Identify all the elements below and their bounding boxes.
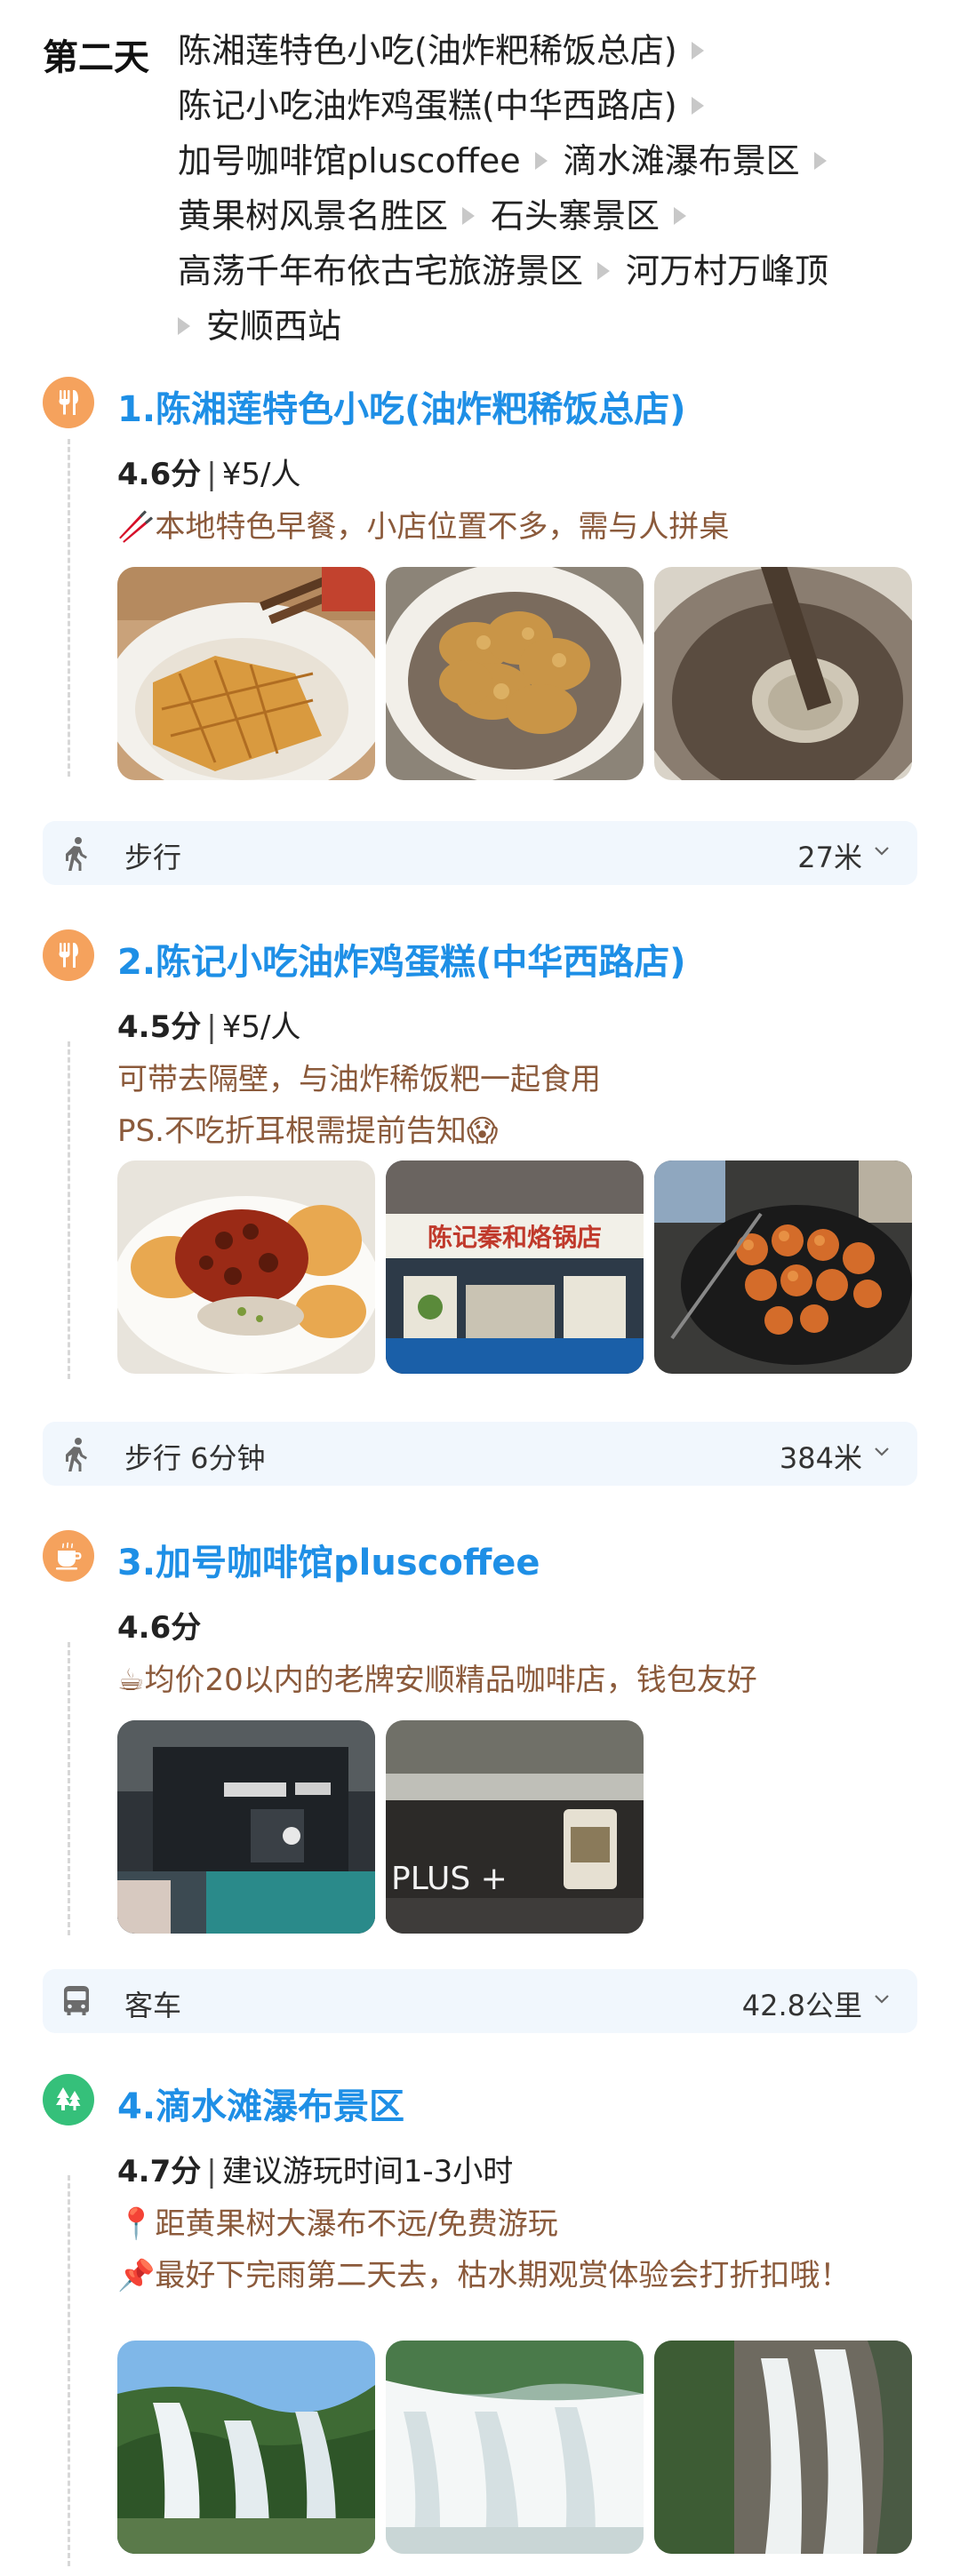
- transport-mode: 客车: [124, 1989, 182, 2022]
- transport-distance: 42.8公里: [741, 1989, 862, 2022]
- poi-card[interactable]: 4.滴水滩瀑布景区 4.7分 | 建议游玩时间1-3小时 📍距黄果树大瀑布不远/免费…: [43, 2074, 932, 2572]
- egg-cake-dish-photo[interactable]: [117, 1160, 375, 1374]
- description-line: 可带去隔壁，与油炸稀饭粑一起食用: [117, 1062, 601, 1097]
- price-per-person: ¥5/人: [221, 457, 301, 492]
- arrow-right-icon: [813, 151, 827, 170]
- chevron-down-icon: [875, 1995, 889, 2004]
- frying-pot-photo[interactable]: [654, 567, 912, 780]
- description-line: 📍距黄果树大瀑布不远/免费游玩: [117, 2206, 558, 2242]
- fork-knife-icon: [43, 929, 94, 981]
- frying-griddle-photo[interactable]: [654, 1160, 912, 1374]
- arrow-right-icon: [674, 206, 687, 225]
- arrow-right-icon: [691, 96, 704, 115]
- route-stop[interactable]: 加号咖啡馆pluscoffee: [178, 141, 521, 180]
- street-night-photo[interactable]: [117, 1720, 375, 1934]
- arrow-right-icon: [462, 206, 476, 225]
- poi-card[interactable]: 2.陈记小吃油炸鸡蛋糕(中华西路店) 4.5分 | ¥5/人 可带去隔壁，与油炸稀饭…: [43, 929, 932, 1427]
- fork-knife-icon: [43, 377, 94, 428]
- route-stop[interactable]: 安顺西站: [206, 307, 341, 346]
- route-stop[interactable]: 滴水滩瀑布景区: [564, 141, 800, 180]
- route-stop[interactable]: 陈记小吃油炸鸡蛋糕(中华西路店): [178, 86, 677, 125]
- rating-score: 4.6分: [117, 1610, 202, 1646]
- suggested-duration: 建议游玩时间1-3小时: [221, 2154, 514, 2189]
- poi-rating-line: 4.6分: [117, 1603, 201, 1647]
- photo-row: [117, 2341, 912, 2554]
- arrow-right-icon: [691, 41, 704, 60]
- shop-front-photo[interactable]: 陈记秦和烙锅店: [386, 1160, 644, 1374]
- arrow-right-icon: [534, 151, 548, 170]
- description-line: 🥢本地特色早餐，小店位置不多，需与人拼桌: [117, 509, 730, 545]
- transport-distance: 384米: [779, 1441, 862, 1475]
- poi-rating-line: 4.5分 | ¥5/人: [117, 1009, 301, 1045]
- trees-icon: [43, 2074, 94, 2125]
- transport-mode: 步行 6分钟: [124, 1441, 266, 1475]
- photo-row: PLUS +: [117, 1720, 644, 1934]
- poi-title[interactable]: 2.陈记小吃油炸鸡蛋糕(中华西路店): [117, 933, 686, 985]
- transport-mode: 步行: [124, 841, 182, 874]
- route-stop[interactable]: 河万村万峰顶: [626, 251, 828, 291]
- description-line: ☕均价20以内的老牌安顺精品咖啡店，钱包友好: [117, 1663, 757, 1698]
- poi-title[interactable]: 3.加号咖啡馆pluscoffee: [117, 1534, 540, 1585]
- cafe-sign-text: PLUS +: [391, 1861, 508, 1897]
- transport-bar[interactable]: 步行 27米: [43, 821, 917, 885]
- transport-bar[interactable]: 步行 6分钟 384米: [43, 1422, 917, 1486]
- walking-person-icon: [66, 1438, 87, 1471]
- route-summary: 陈湘莲特色小吃(油炸粑稀饭总店) 陈记小吃油炸鸡蛋糕(中华西路店) 加号咖啡馆p…: [178, 23, 942, 354]
- fried-cake-plate-photo[interactable]: [386, 567, 644, 780]
- walking-person-icon: [66, 837, 87, 871]
- rating-score: 4.6分: [117, 457, 202, 492]
- photo-row: 陈记秦和烙锅店: [117, 1160, 912, 1374]
- waterfall-wide-photo[interactable]: [386, 2341, 644, 2554]
- chevron-down-icon: [875, 1448, 889, 1456]
- poi-card[interactable]: 3.加号咖啡馆pluscoffee 4.6分 ☕均价20以内的老牌安顺精品咖啡店…: [43, 1530, 932, 1948]
- bus-icon: [64, 1986, 89, 2015]
- poi-rating-line: 4.7分 | 建议游玩时间1-3小时: [117, 2154, 514, 2189]
- route-stop[interactable]: 高荡千年布依古宅旅游景区: [178, 251, 583, 291]
- poi-title[interactable]: 4.滴水滩瀑布景区: [117, 2078, 404, 2129]
- arrow-right-icon: [178, 316, 190, 335]
- route-stop[interactable]: 石头寨景区: [491, 196, 660, 235]
- poi-description: ☕均价20以内的老牌安顺精品咖啡店，钱包友好: [117, 1655, 757, 1706]
- transport-distance: 27米: [797, 841, 862, 874]
- shop-sign-text: 陈记秦和烙锅店: [428, 1223, 602, 1252]
- photo-row: [117, 567, 912, 780]
- poi-card[interactable]: 1.陈湘莲特色小吃(油炸粑稀饭总店) 4.6分 | ¥5/人 🥢本地特色早餐，小店位…: [43, 377, 932, 794]
- transport-bar[interactable]: 客车 42.8公里: [43, 1969, 917, 2033]
- chevron-down-icon: [875, 847, 889, 856]
- arrow-right-icon: [597, 261, 611, 280]
- poi-description: 可带去隔壁，与油炸稀饭粑一起食用 PS.不吃折耳根需提前告知😱: [117, 1054, 601, 1157]
- fried-cake-bowl-photo[interactable]: [117, 567, 375, 780]
- coffee-cup-icon: [43, 1530, 94, 1582]
- poi-title[interactable]: 1.陈湘莲特色小吃(油炸粑稀饭总店): [117, 380, 686, 432]
- route-stop[interactable]: 黄果树风景名胜区: [178, 196, 448, 235]
- route-stop[interactable]: 陈湘莲特色小吃(油炸粑稀饭总店): [178, 31, 677, 70]
- rating-score: 4.5分: [117, 1009, 202, 1045]
- description-line: PS.不吃折耳根需提前告知😱: [117, 1113, 499, 1149]
- poi-rating-line: 4.6分 | ¥5/人: [117, 457, 301, 492]
- description-line: 📌最好下完雨第二天去，枯水期观赏体验会打折扣哦！: [117, 2258, 851, 2293]
- poi-description: 📍距黄果树大瀑布不远/免费游玩 📌最好下完雨第二天去，枯水期观赏体验会打折扣哦！: [117, 2198, 850, 2301]
- day-label: 第二天: [43, 37, 149, 78]
- rating-score: 4.7分: [117, 2154, 202, 2189]
- waterfall-cliff-photo[interactable]: [654, 2341, 912, 2554]
- poi-description: 🥢本地特色早餐，小店位置不多，需与人拼桌: [117, 501, 729, 553]
- cafe-sign-photo[interactable]: PLUS +: [386, 1720, 644, 1934]
- waterfall-valley-photo[interactable]: [117, 2341, 375, 2554]
- price-per-person: ¥5/人: [221, 1009, 301, 1045]
